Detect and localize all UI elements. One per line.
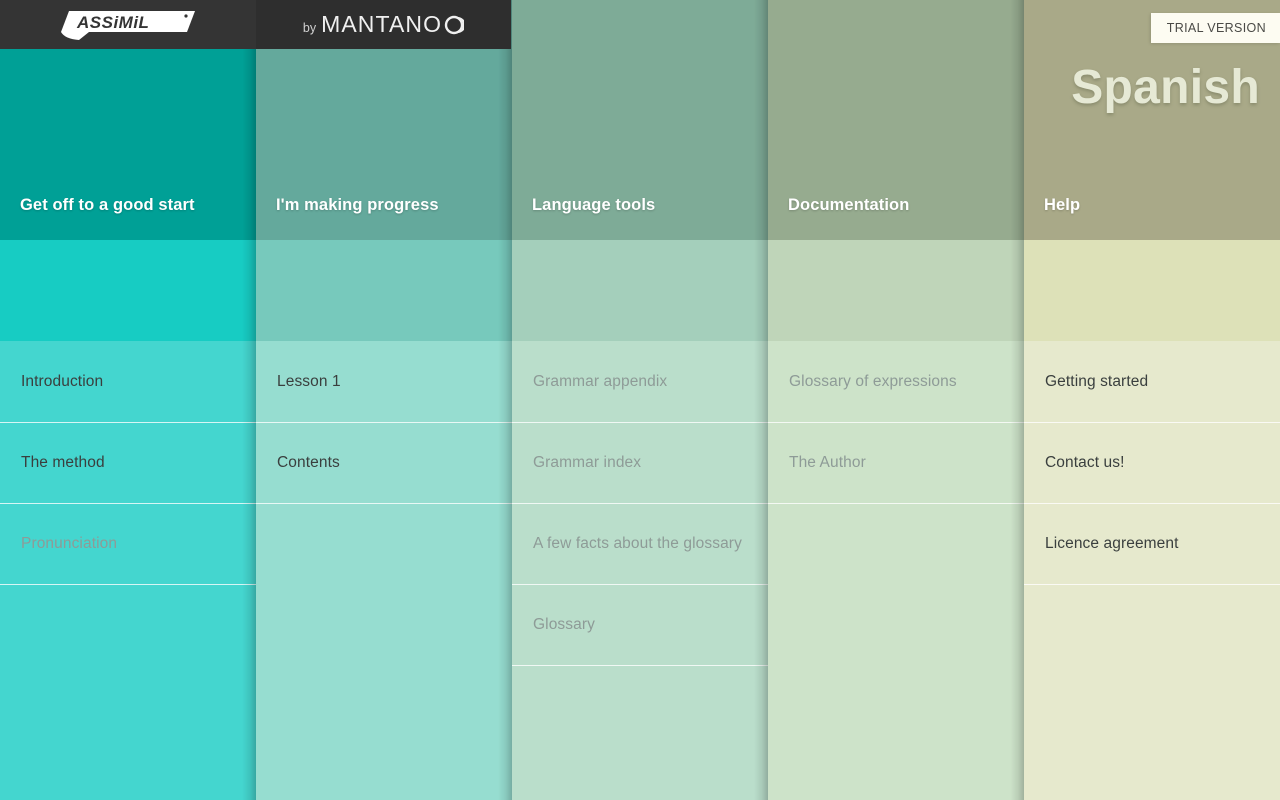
column-2: I'm making progress Lesson 1 Contents (242, 0, 512, 800)
column-band (512, 240, 768, 341)
column-3: Language tools Grammar appendix Grammar in… (498, 0, 768, 800)
column-4: Documentation Glossary of expressions The … (754, 0, 1024, 800)
list-item-label: The Author (789, 453, 866, 471)
column-title: Language tools (532, 196, 656, 214)
column-list-4: Glossary of expressions The Author (768, 341, 1024, 800)
column-5: Help Getting started Contact us! Licence ag… (1010, 0, 1280, 800)
list-item-label: Glossary of expressions (789, 372, 957, 390)
svg-text:ASSiMiL: ASSiMiL (76, 13, 149, 32)
list-item-label: Lesson 1 (277, 372, 341, 390)
list-item-label: Pronunciation (21, 534, 118, 552)
column-title: I'm making progress (276, 196, 439, 214)
list-item-label: Grammar appendix (533, 372, 668, 390)
list-item-label: The method (21, 453, 105, 471)
list-item-label: Grammar index (533, 453, 642, 471)
brand-bar: ASSiMiL by MANTANO (0, 0, 511, 49)
app-root: Get off to a good start Introduction The m… (0, 0, 1280, 800)
mantano-logo-icon: by MANTANO (302, 11, 465, 38)
list-item: The Author (768, 422, 1024, 503)
list-item-label: Glossary (533, 615, 595, 633)
column-band (768, 240, 1024, 341)
list-item-label: Contact us! (1045, 453, 1125, 471)
list-item-label: Contents (277, 453, 340, 471)
list-item-label: Introduction (21, 372, 104, 390)
list-item: Glossary of expressions (768, 341, 1024, 422)
list-item[interactable]: Lesson 1 (256, 341, 512, 422)
column-container: Get off to a good start Introduction The m… (0, 0, 1280, 800)
assimil-logo-icon: ASSiMiL (59, 9, 197, 41)
list-item-label: Licence agreement (1045, 534, 1179, 552)
column-list-2: Lesson 1 Contents (256, 341, 512, 800)
list-item[interactable]: The method (0, 422, 256, 503)
column-title: Help (1044, 196, 1081, 214)
mantano-name: MANTANO (321, 11, 443, 37)
column-list-1: Introduction The method Pronunciation (0, 341, 256, 800)
column-band (1024, 240, 1280, 341)
list-item[interactable]: Getting started (1024, 341, 1280, 422)
column-title: Documentation (788, 196, 910, 214)
mantano-moon-icon (444, 15, 465, 35)
trial-version-badge: TRIAL VERSION (1150, 13, 1280, 43)
column-title: Get off to a good start (20, 196, 195, 214)
column-header-4: Documentation (768, 0, 1024, 240)
list-item-label: Getting started (1045, 372, 1149, 390)
list-item: A few facts about the glossary (512, 503, 768, 584)
mantano-by-label: by (302, 21, 317, 35)
list-item-label: A few facts about the glossary (533, 534, 742, 552)
column-1: Get off to a good start Introduction The m… (0, 0, 256, 800)
column-list-5: Getting started Contact us! Licence agreem… (1024, 341, 1280, 800)
column-band (256, 240, 512, 341)
list-item[interactable]: Introduction (0, 341, 256, 422)
assimil-logo-cell[interactable]: ASSiMiL (0, 0, 256, 49)
column-header-3: Language tools (512, 0, 768, 240)
list-item: Grammar appendix (512, 341, 768, 422)
list-item[interactable]: Contents (256, 422, 512, 503)
list-item[interactable]: Contact us! (1024, 422, 1280, 503)
column-list-3: Grammar appendix Grammar index A few facts… (512, 341, 768, 800)
mantano-wordmark: MANTANO (321, 11, 465, 38)
list-item: Grammar index (512, 422, 768, 503)
list-item[interactable]: Licence agreement (1024, 503, 1280, 584)
list-item: Glossary (512, 584, 768, 665)
column-band (0, 240, 256, 341)
list-item: Pronunciation (0, 503, 256, 584)
mantano-logo-cell[interactable]: by MANTANO (256, 0, 511, 49)
